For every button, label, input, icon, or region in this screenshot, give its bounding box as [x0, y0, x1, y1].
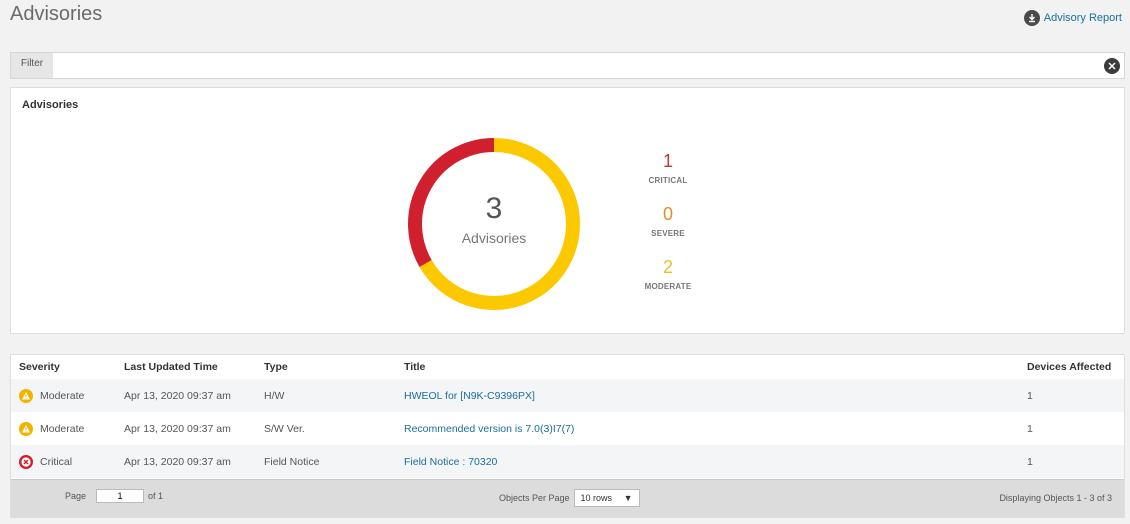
summary-title: Advisories: [22, 99, 79, 111]
last-updated-cell: Apr 13, 2020 09:37 am: [116, 379, 256, 412]
severity-text: Moderate: [40, 422, 85, 435]
advisory-title-link[interactable]: Field Notice : 70320: [404, 456, 497, 468]
clear-filter-button[interactable]: [1100, 53, 1124, 78]
devices-affected-cell: 1: [1019, 379, 1124, 412]
rows-per-page-value: 10 rows: [580, 493, 613, 503]
advisory-report-link[interactable]: Advisory Report: [1023, 10, 1122, 26]
advisory-title-link[interactable]: HWEOL for [N9K-C9396PX]: [404, 390, 535, 402]
download-icon: [1023, 10, 1040, 26]
close-icon: [1104, 57, 1120, 74]
pagination-bar: Page of 1 Objects Per Page 10 rows ▼ Dis…: [11, 479, 1124, 517]
moderate-label: MODERATE: [644, 282, 692, 291]
critical-icon: [19, 454, 33, 469]
advisories-donut-chart: [408, 138, 580, 310]
page-number-input[interactable]: [96, 489, 145, 503]
critical-label: CRITICAL: [648, 176, 688, 185]
critical-count: 1: [662, 151, 673, 171]
warning-icon: [19, 388, 33, 403]
devices-affected-cell: 1: [1019, 445, 1124, 478]
column-header-title[interactable]: Title: [396, 355, 1019, 379]
displaying-objects-text: Displaying Objects 1 - 3 of 3: [999, 493, 1112, 503]
warning-icon: [19, 421, 33, 436]
rows-per-page-select[interactable]: 10 rows ▼: [573, 489, 640, 507]
severe-count: 0: [662, 204, 673, 224]
column-header-type[interactable]: Type: [256, 355, 396, 379]
per-page-control: Objects Per Page 10 rows ▼: [499, 489, 640, 507]
donut-segment-critical[interactable]: [408, 138, 495, 267]
column-header-last-updated[interactable]: Last Updated Time: [116, 355, 256, 379]
last-updated-cell: Apr 13, 2020 09:37 am: [116, 412, 256, 445]
filter-bar: Filter: [10, 52, 1125, 79]
advisories-table-card: Severity Last Updated Time Type Title De…: [10, 354, 1125, 518]
table-row[interactable]: Moderate Apr 13, 2020 09:37 am S/W Ver. …: [11, 412, 1124, 445]
last-updated-cell: Apr 13, 2020 09:37 am: [116, 445, 256, 478]
page-control: Page of 1: [65, 489, 163, 503]
type-cell: S/W Ver.: [256, 412, 396, 445]
advisories-summary-card: Advisories 3 Advisories 1 CRITICAL 0 SEV…: [10, 87, 1125, 334]
table-header-row: Severity Last Updated Time Type Title De…: [11, 355, 1124, 379]
page-title: Advisories: [10, 3, 103, 25]
severity-legend: 1 CRITICAL 0 SEVERE 2 MODERATE: [638, 151, 698, 310]
column-header-devices-affected[interactable]: Devices Affected: [1019, 355, 1124, 379]
severity-text: Critical: [40, 455, 73, 468]
page-label: Page: [65, 491, 87, 501]
advisory-title-link[interactable]: Recommended version is 7.0(3)I7(7): [404, 423, 574, 435]
moderate-count: 2: [662, 257, 673, 277]
legend-moderate[interactable]: 2 MODERATE: [638, 257, 698, 310]
page-total-label: of 1: [148, 491, 164, 501]
type-cell: Field Notice: [256, 445, 396, 478]
dropdown-arrow-icon: ▼: [623, 493, 633, 503]
advisories-table: Severity Last Updated Time Type Title De…: [11, 355, 1124, 478]
severe-label: SEVERE: [651, 229, 685, 238]
filter-input[interactable]: [53, 53, 1100, 78]
legend-severe[interactable]: 0 SEVERE: [638, 204, 698, 257]
devices-affected-cell: 1: [1019, 412, 1124, 445]
legend-critical[interactable]: 1 CRITICAL: [638, 151, 698, 204]
table-row[interactable]: Critical Apr 13, 2020 09:37 am Field Not…: [11, 445, 1124, 478]
type-cell: H/W: [256, 379, 396, 412]
per-page-label: Objects Per Page: [499, 493, 570, 503]
severity-text: Moderate: [40, 389, 85, 402]
filter-label: Filter: [11, 53, 53, 78]
table-row[interactable]: Moderate Apr 13, 2020 09:37 am H/W HWEOL…: [11, 379, 1124, 412]
advisory-report-label: Advisory Report: [1043, 12, 1122, 24]
column-header-severity[interactable]: Severity: [11, 355, 116, 379]
